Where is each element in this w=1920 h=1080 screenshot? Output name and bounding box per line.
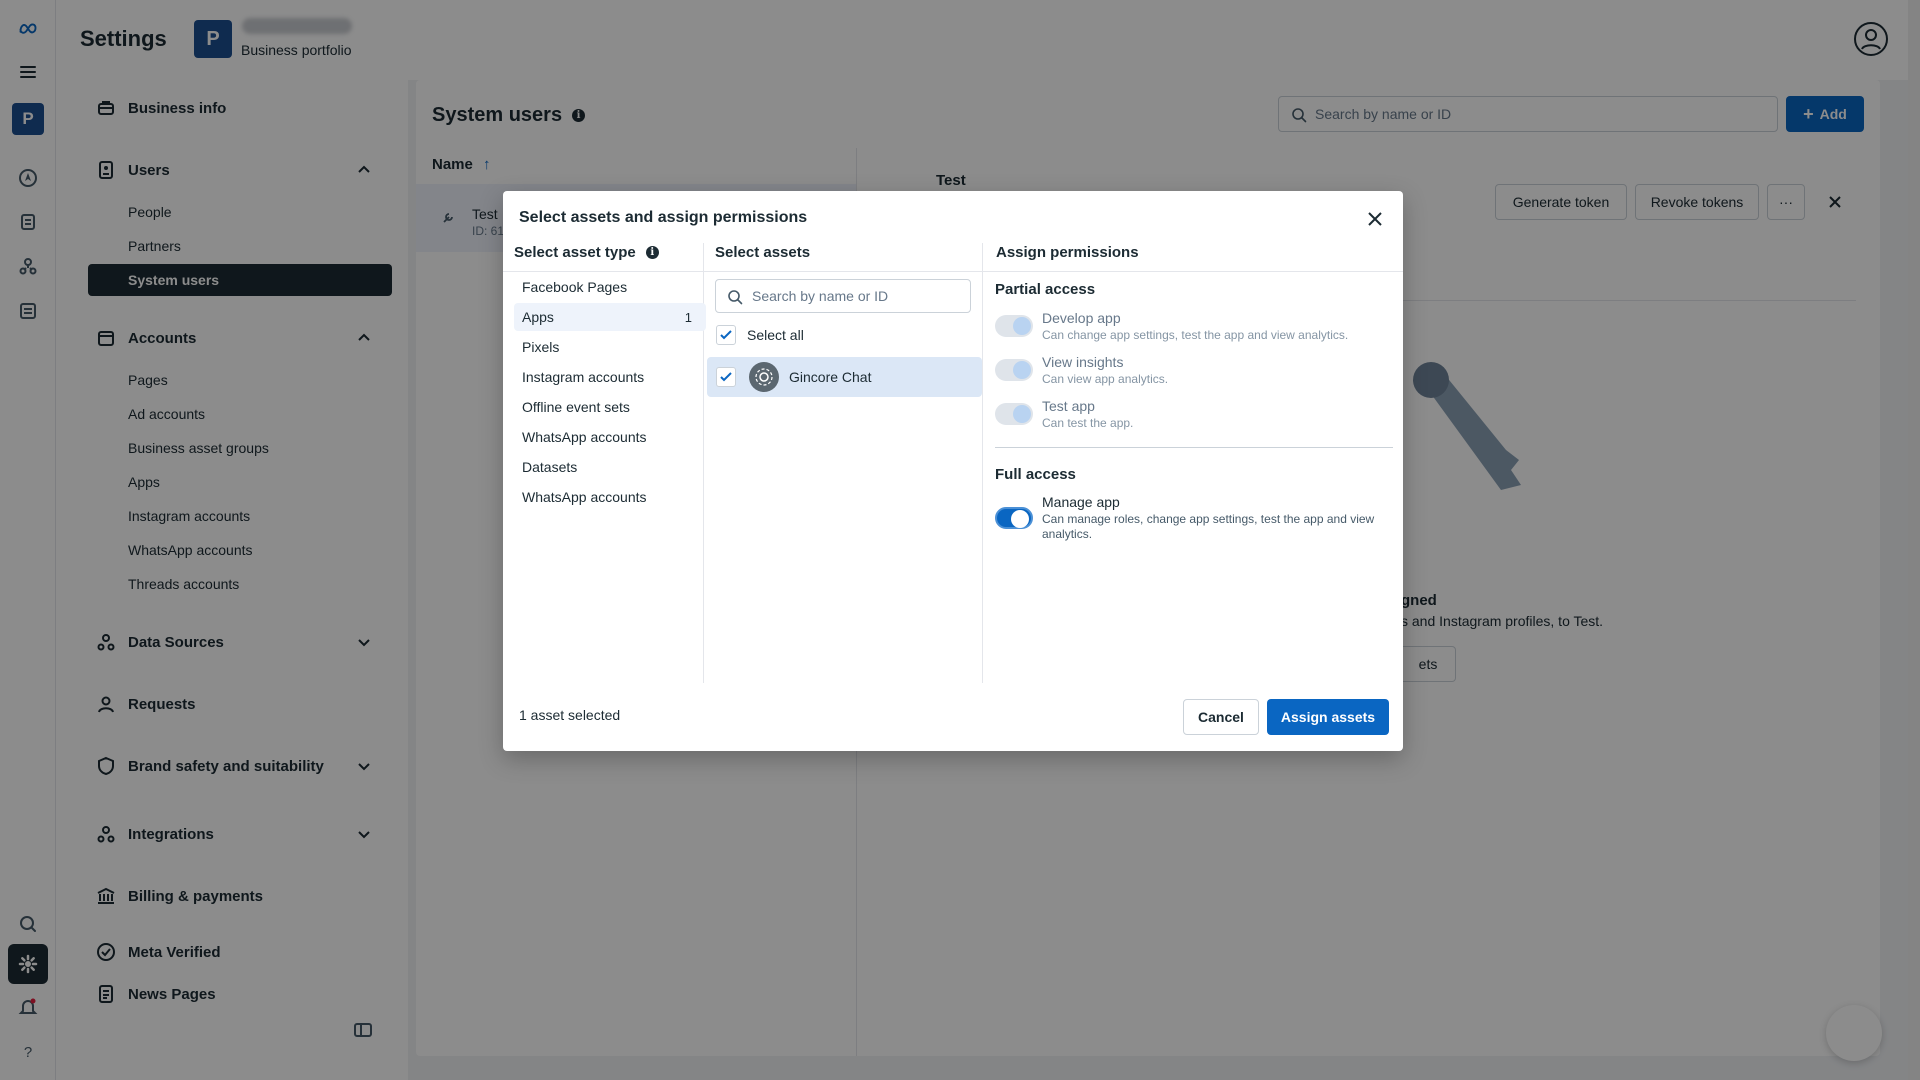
asset-type-datasets[interactable]: Datasets [514,453,706,481]
checkmark-icon [720,372,732,382]
type-label: Offline event sets [522,399,630,415]
asset-type-instagram-accounts[interactable]: Instagram accounts [514,363,706,391]
toggle-knob [1013,405,1031,423]
asset-type-offline-event-sets[interactable]: Offline event sets [514,393,706,421]
type-label: WhatsApp accounts [522,429,647,445]
header-divider [503,271,1403,272]
column-divider [982,243,983,683]
test-app-desc: Can test the app. [1042,416,1134,430]
asset-search-input[interactable]: Search by name or ID [715,279,971,313]
partial-access-heading: Partial access [995,281,1096,298]
asset-type-header: Select asset type i [514,244,659,261]
type-label: Facebook Pages [522,279,628,295]
type-label: Datasets [522,459,578,475]
search-icon [728,290,743,305]
view-insights-desc: Can view app analytics. [1042,372,1169,386]
manage-app-toggle[interactable] [995,507,1033,529]
manage-app-desc: Can manage roles, change app settings, t… [1042,512,1375,541]
develop-app-toggle[interactable] [995,315,1033,337]
test-app-toggle[interactable] [995,403,1033,425]
assign-permissions-dialog: Select assets and assign permissions Sel… [503,191,1403,751]
asset-type-pixels[interactable]: Pixels [514,333,706,361]
type-label: Apps [522,309,554,325]
permission-divider [995,447,1393,448]
toggle-knob [1013,317,1031,335]
info-icon[interactable]: i [645,246,659,259]
dialog-title: Select assets and assign permissions [519,209,808,226]
asset-type-apps[interactable]: Apps 1 [514,303,706,331]
full-access-heading: Full access [995,466,1076,483]
selection-count: 1 asset selected [519,707,621,723]
dialog-close-button[interactable] [1363,207,1387,231]
asset-type-facebook-pages[interactable]: Facebook Pages [514,273,706,301]
assign-assets-button[interactable]: Assign assets [1267,699,1389,735]
header-label: Select asset type [514,244,636,261]
select-all-label[interactable]: Select all [747,327,804,343]
app-gear-icon [749,362,779,392]
search-placeholder: Search by name or ID [752,288,889,304]
checkmark-icon [720,330,732,340]
cancel-button[interactable]: Cancel [1183,699,1259,735]
asset-checkbox[interactable] [716,367,736,387]
type-label: Pixels [522,339,560,355]
develop-app-label: Develop app [1042,310,1121,326]
test-app-label: Test app [1042,398,1095,414]
asset-type-whatsapp-accounts[interactable]: WhatsApp accounts [514,423,706,451]
manage-app-label: Manage app [1042,494,1120,510]
type-count: 1 [684,309,692,325]
develop-app-desc: Can change app settings, test the app an… [1042,328,1349,342]
view-insights-label: View insights [1042,354,1124,370]
type-label: WhatsApp accounts [522,489,647,505]
view-insights-toggle[interactable] [995,359,1033,381]
select-all-checkbox[interactable] [716,325,736,345]
close-icon [1368,212,1382,226]
assets-header: Select assets [715,244,811,261]
asset-type-whatsapp-accounts-2[interactable]: WhatsApp accounts [514,483,706,511]
asset-name: Gincore Chat [789,369,872,385]
toggle-knob [1013,361,1031,379]
toggle-knob [1011,510,1029,528]
asset-row[interactable]: Gincore Chat [707,357,982,397]
type-label: Instagram accounts [522,369,645,385]
permissions-header: Assign permissions [996,244,1139,261]
